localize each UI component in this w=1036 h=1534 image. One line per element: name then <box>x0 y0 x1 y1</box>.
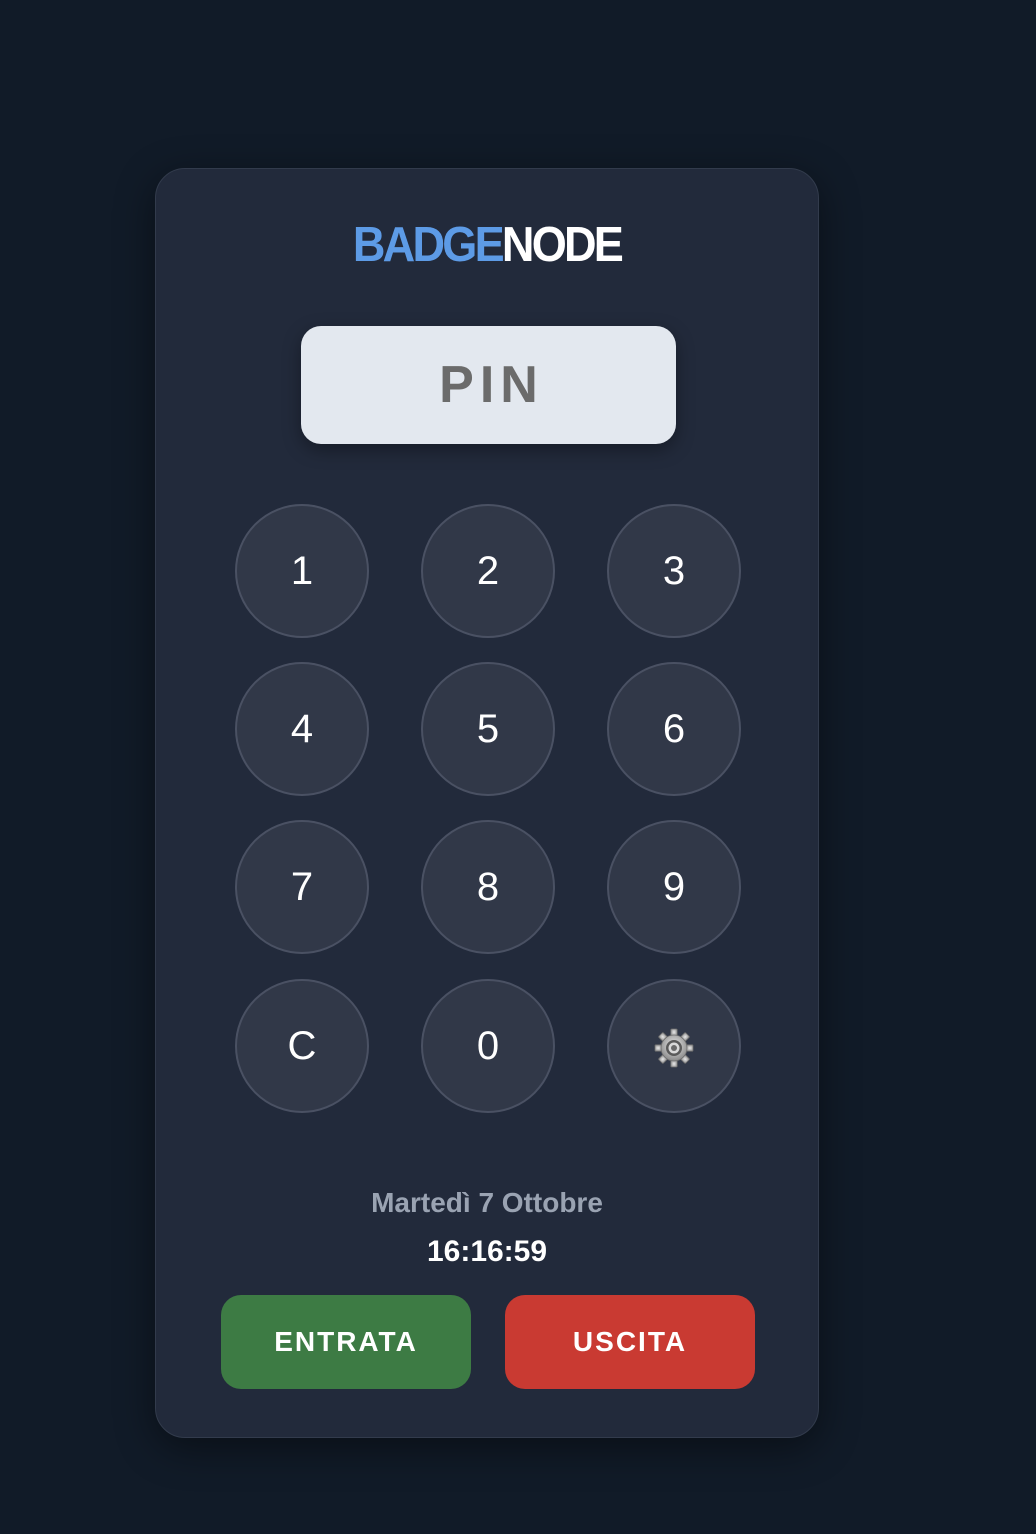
app-logo: BADGENODE <box>182 217 791 273</box>
logo-part-node: NODE <box>501 218 624 272</box>
key-9[interactable]: 9 <box>607 820 741 954</box>
key-3[interactable]: 3 <box>607 504 741 638</box>
key-2[interactable]: 2 <box>421 504 555 638</box>
key-4[interactable]: 4 <box>235 662 369 796</box>
key-8[interactable]: 8 <box>421 820 555 954</box>
settings-button[interactable] <box>607 979 741 1113</box>
current-time: 16:16:59 <box>426 1235 548 1268</box>
entry-button[interactable]: ENTRATA <box>221 1295 471 1389</box>
key-0[interactable]: 0 <box>421 979 555 1113</box>
badge-terminal-card: BADGENODE PIN 1 2 3 4 5 6 7 8 9 C 0 Mart… <box>155 168 819 1438</box>
logo-part-badge: BADGE <box>352 218 505 272</box>
gear-icon <box>654 1028 694 1068</box>
pin-display[interactable]: PIN <box>301 326 676 444</box>
key-6[interactable]: 6 <box>607 662 741 796</box>
exit-button[interactable]: USCITA <box>505 1295 755 1389</box>
current-date: Martedì 7 Ottobre <box>371 1187 603 1218</box>
key-clear[interactable]: C <box>235 979 369 1113</box>
key-7[interactable]: 7 <box>235 820 369 954</box>
key-1[interactable]: 1 <box>235 504 369 638</box>
key-5[interactable]: 5 <box>421 662 555 796</box>
